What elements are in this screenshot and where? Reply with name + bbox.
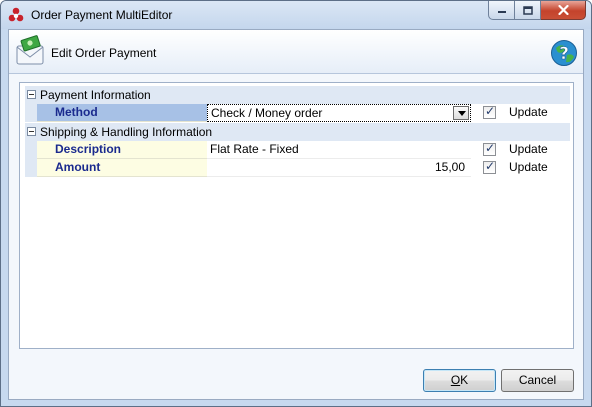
row-gutter [25,141,37,159]
collapse-icon[interactable] [27,90,36,99]
minimize-button[interactable] [488,1,515,20]
property-name-description[interactable]: Description [37,141,207,159]
amount-value[interactable]: 15,00 [207,159,471,177]
payment-envelope-icon [16,35,44,65]
close-button[interactable] [541,1,586,20]
order-payment-window: Order Payment MultiEditor Edit Order Pay… [0,0,592,407]
property-name-amount[interactable]: Amount [37,159,207,177]
category-label: Shipping & Handling Information [40,125,213,139]
ok-button[interactable]: OK [423,369,496,392]
app-logo-icon [8,7,24,22]
cancel-button[interactable]: Cancel [501,369,574,392]
method-update-label: Update [509,105,548,119]
description-value[interactable]: Flat Rate - Fixed [207,141,471,159]
method-update-checkbox[interactable] [483,104,496,119]
window-controls [488,1,586,21]
method-value: Check / Money order [211,106,323,120]
window-title: Order Payment MultiEditor [31,8,173,22]
property-row-amount: Amount 15,00 Update [25,159,570,177]
ok-mnemonic: O [450,373,461,387]
row-gutter [25,104,37,122]
property-name-method[interactable]: Method [37,104,207,122]
maximize-icon [522,5,533,15]
header-title: Edit Order Payment [51,46,157,60]
minimize-icon [497,11,506,13]
title-bar[interactable]: Order Payment MultiEditor [1,1,591,29]
property-row-method: Method Check / Money order Update [25,104,570,122]
close-icon [557,5,569,15]
method-dropdown[interactable]: Check / Money order [207,104,471,122]
collapse-icon[interactable] [27,127,36,136]
property-row-description: Description Flat Rate - Fixed Update [25,141,570,159]
property-grid: Payment Information Method Check / Money… [19,82,574,349]
help-globe-icon[interactable]: ? [550,39,578,67]
dialog-header: Edit Order Payment ? [9,30,583,74]
row-gutter [25,159,37,177]
amount-update-checkbox[interactable] [483,159,496,174]
chevron-down-icon[interactable] [453,106,469,120]
category-payment-information[interactable]: Payment Information [25,86,570,104]
description-update-label: Update [509,142,548,156]
dialog-client-area: Edit Order Payment ? Payment Information… [8,29,584,400]
svg-text:?: ? [559,44,569,64]
description-update-checkbox[interactable] [483,141,496,156]
maximize-button[interactable] [515,1,541,20]
category-shipping-handling-information[interactable]: Shipping & Handling Information [25,123,570,141]
category-label: Payment Information [40,88,151,102]
amount-update-label: Update [509,160,548,174]
